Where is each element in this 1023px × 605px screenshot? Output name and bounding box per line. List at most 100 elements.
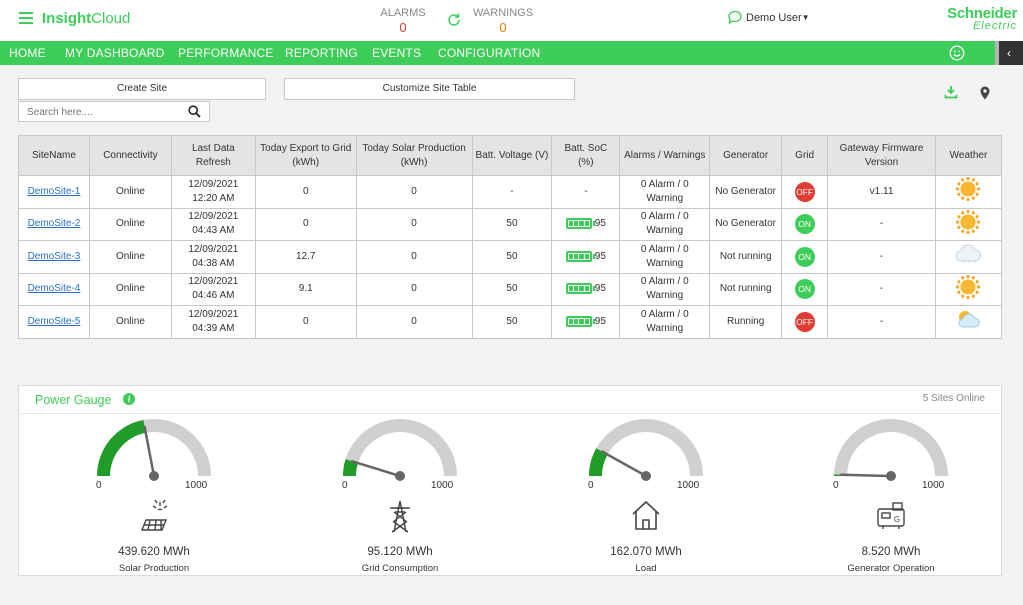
- col-export[interactable]: Today Export to Grid (kWh): [254, 135, 357, 176]
- col-soc[interactable]: Batt. SoC (%): [551, 135, 621, 176]
- user-menu[interactable]: Demo User ▼: [727, 10, 810, 25]
- cell-generator: Running: [709, 305, 783, 339]
- site-link[interactable]: DemoSite-3: [28, 251, 81, 262]
- col-last-refresh[interactable]: Last Data Refresh: [170, 135, 256, 176]
- nav-events[interactable]: EVENTS: [372, 46, 421, 60]
- battery-icon: [565, 250, 595, 262]
- col-voltage[interactable]: Batt. Voltage (V): [471, 135, 553, 176]
- refresh-date: 12/09/2021: [188, 276, 239, 288]
- col-weather[interactable]: Weather: [934, 135, 1003, 176]
- refresh-time: 12:20 AM: [192, 192, 235, 204]
- warning-count: Warning: [646, 225, 684, 237]
- battery-icon: [565, 315, 595, 327]
- gauge-track: [343, 419, 457, 476]
- refresh-date: 12/09/2021: [188, 243, 239, 255]
- col-firmware[interactable]: Gateway Firmware Version: [827, 135, 936, 176]
- schneider-logo: Schneider Electric: [935, 6, 1017, 32]
- site-link[interactable]: DemoSite-1: [28, 186, 81, 197]
- gauge-max: 1000: [922, 480, 945, 491]
- col-grid[interactable]: Grid: [781, 135, 829, 176]
- gauge-track: [834, 419, 948, 476]
- site-link[interactable]: DemoSite-5: [28, 316, 81, 327]
- cell-last-refresh: 12/09/2021 12:20 AM: [170, 175, 256, 209]
- gauge-needle-hub: [149, 471, 159, 481]
- nav-performance[interactable]: PERFORMANCE: [178, 46, 274, 60]
- search-input[interactable]: [19, 103, 179, 122]
- hamburger-menu-icon[interactable]: [19, 12, 33, 24]
- gauge-needle: [601, 450, 648, 478]
- cell-solar: 0: [355, 175, 473, 209]
- nav-home[interactable]: HOME: [9, 46, 46, 60]
- app-brand[interactable]: InsightCloud: [42, 10, 130, 27]
- nav-configuration[interactable]: CONFIGURATION: [438, 46, 540, 60]
- alarms-counter[interactable]: ALARMS 0: [372, 7, 434, 35]
- warnings-counter[interactable]: WARNINGS 0: [472, 7, 534, 35]
- table-row[interactable]: DemoSite-4 Online 12/09/2021 04:46 AM 9.1…: [18, 272, 1003, 306]
- collapse-panel-button[interactable]: ‹: [995, 41, 1023, 65]
- power-gauge-header: Power Gauge i 5 Sites Online: [19, 386, 1001, 414]
- cell-last-refresh: 12/09/2021 04:43 AM: [170, 207, 256, 241]
- alarm-count: 0 Alarm / 0: [640, 243, 689, 255]
- cell-connectivity: Online: [88, 305, 172, 339]
- cell-export: 9.1: [254, 272, 357, 306]
- download-icon[interactable]: [944, 85, 958, 99]
- cell-solar: 0: [355, 272, 473, 306]
- col-connectivity[interactable]: Connectivity: [88, 135, 172, 176]
- feedback-smiley-icon[interactable]: [949, 45, 965, 61]
- grid-status-badge: OFF: [794, 311, 815, 332]
- customize-table-button[interactable]: Customize Site Table: [284, 78, 575, 100]
- battery-icon: [565, 218, 595, 230]
- cell-export: 0: [254, 207, 357, 241]
- gauge-dial: [589, 419, 703, 481]
- sites-online-status: 5 Sites Online: [922, 393, 985, 404]
- cell-connectivity: Online: [88, 175, 172, 209]
- gauge-generator-operation: 0 1000 G 8.520 MWh Generator Operation: [811, 416, 971, 576]
- cell-solar: 0: [355, 305, 473, 339]
- table-row[interactable]: DemoSite-2 Online 12/09/2021 04:43 AM 0 0…: [18, 207, 1003, 241]
- gauge-value: 439.620 MWh: [118, 546, 190, 558]
- col-site-name[interactable]: SiteName: [18, 135, 90, 176]
- search-icon[interactable]: [188, 105, 201, 118]
- sites-table: SiteName Connectivity Last Data Refresh …: [18, 135, 1003, 339]
- alarms-label: ALARMS: [380, 7, 426, 19]
- cell-site-name: DemoSite-4: [18, 272, 90, 306]
- gauge-needle: [350, 460, 402, 478]
- info-icon[interactable]: i: [123, 393, 135, 405]
- col-alarms[interactable]: Alarms / Warnings: [619, 135, 711, 176]
- refresh-time: 04:46 AM: [192, 290, 235, 302]
- col-solar[interactable]: Today Solar Production (kWh): [355, 135, 473, 176]
- batt-soc-value: 95: [594, 283, 606, 295]
- batt-soc-value: -: [584, 185, 588, 197]
- site-link[interactable]: DemoSite-4: [28, 283, 81, 294]
- cell-voltage: 50: [471, 207, 553, 241]
- warning-count: Warning: [646, 192, 684, 204]
- table-row[interactable]: DemoSite-1 Online 12/09/2021 12:20 AM 0 0…: [18, 175, 1003, 209]
- cloudy-icon: [954, 242, 982, 271]
- create-site-button[interactable]: Create Site: [18, 78, 266, 100]
- gauge-dial: [343, 419, 457, 481]
- cell-soc: -: [551, 175, 621, 209]
- gauge-needle-hub: [886, 471, 896, 481]
- refresh-icon[interactable]: [446, 12, 462, 28]
- nav-my-dashboard[interactable]: MY DASHBOARD: [65, 46, 165, 60]
- map-pin-icon[interactable]: [979, 86, 991, 100]
- site-link[interactable]: DemoSite-2: [28, 218, 81, 229]
- cell-grid: ON: [781, 207, 829, 241]
- gauge-dial: [834, 419, 948, 481]
- table-row[interactable]: DemoSite-5 Online 12/09/2021 04:39 AM 0 0…: [18, 305, 1003, 339]
- cell-weather: [934, 240, 1003, 274]
- cell-soc: 95: [551, 207, 621, 241]
- cell-last-refresh: 12/09/2021 04:46 AM: [170, 272, 256, 306]
- nav-reporting[interactable]: REPORTING: [285, 46, 358, 60]
- generator-icon: G: [875, 498, 907, 537]
- main-nav: HOME MY DASHBOARD PERFORMANCE REPORTING …: [0, 41, 1023, 65]
- cell-grid: ON: [781, 272, 829, 306]
- cell-firmware: -: [827, 240, 936, 274]
- gauge-load: 0 1000 162.070 MWh Load: [566, 416, 726, 576]
- table-row[interactable]: DemoSite-3 Online 12/09/2021 04:38 AM 12.…: [18, 240, 1003, 274]
- batt-soc-value: 95: [594, 250, 606, 262]
- cell-grid: OFF: [781, 175, 829, 209]
- cell-site-name: DemoSite-5: [18, 305, 90, 339]
- col-generator[interactable]: Generator: [709, 135, 783, 176]
- refresh-time: 04:39 AM: [192, 322, 235, 334]
